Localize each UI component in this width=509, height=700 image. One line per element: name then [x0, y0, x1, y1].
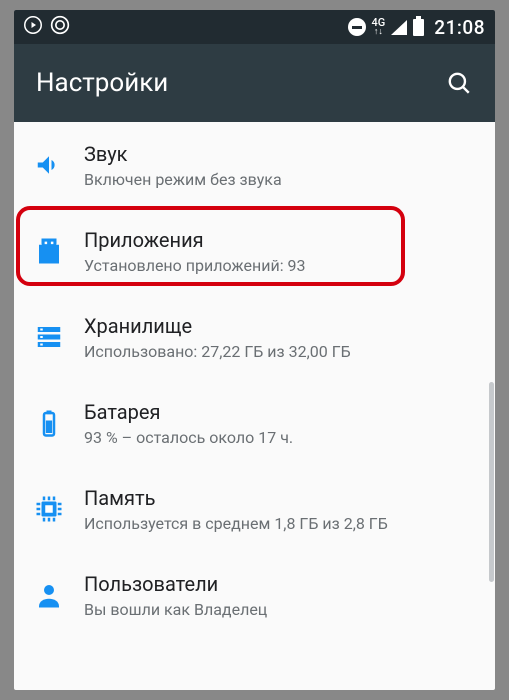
settings-item-battery[interactable]: Батарея 93 % – осталось около 17 ч. — [14, 380, 495, 466]
battery-icon — [413, 19, 424, 36]
settings-list: Звук Включен режим без звука Приложения … — [14, 122, 495, 638]
item-title: Хранилище — [84, 314, 479, 339]
device-frame: 4G ↑↓ 21:08 Настройки Звук Включен режим… — [14, 10, 495, 690]
settings-item-users[interactable]: Пользователи Вы вошли как Владелец — [14, 552, 495, 638]
settings-item-memory[interactable]: Память Используется в среднем 1,8 ГБ из … — [14, 466, 495, 552]
memory-icon — [34, 494, 84, 524]
item-title: Звук — [84, 142, 479, 167]
page-title: Настройки — [36, 68, 168, 98]
clock: 21:08 — [434, 16, 485, 39]
settings-item-sound[interactable]: Звук Включен режим без звука — [14, 122, 495, 208]
settings-item-storage[interactable]: Хранилище Использовано: 27,22 ГБ из 32,0… — [14, 294, 495, 380]
dnd-icon — [348, 18, 366, 36]
play-indicator-icon — [24, 16, 42, 39]
scrollbar[interactable] — [489, 382, 494, 582]
item-subtitle: 93 % – осталось около 17 ч. — [84, 428, 479, 447]
item-subtitle: Используется в среднем 1,8 ГБ из 2,8 ГБ — [84, 514, 479, 533]
item-subtitle: Использовано: 27,22 ГБ из 32,00 ГБ — [84, 342, 479, 361]
item-subtitle: Установлено приложений: 93 — [84, 256, 479, 275]
item-subtitle: Вы вошли как Владелец — [84, 600, 479, 619]
signal-icon — [391, 20, 407, 35]
item-title: Батарея — [84, 400, 479, 425]
search-button[interactable] — [445, 69, 473, 97]
status-bar: 4G ↑↓ 21:08 — [14, 10, 495, 44]
network-type: 4G ↑↓ — [372, 17, 386, 37]
item-title: Приложения — [84, 228, 479, 253]
apps-icon — [34, 236, 84, 266]
app-bar: Настройки — [14, 44, 495, 122]
item-subtitle: Включен режим без звука — [84, 170, 479, 189]
sound-icon — [34, 150, 84, 180]
users-icon — [34, 580, 84, 610]
item-title: Пользователи — [84, 572, 479, 597]
storage-icon — [34, 322, 84, 352]
item-title: Память — [84, 486, 479, 511]
search-icon — [446, 70, 472, 96]
cast-icon — [50, 15, 70, 40]
settings-item-apps[interactable]: Приложения Установлено приложений: 93 — [14, 208, 495, 294]
battery-settings-icon — [34, 408, 84, 438]
